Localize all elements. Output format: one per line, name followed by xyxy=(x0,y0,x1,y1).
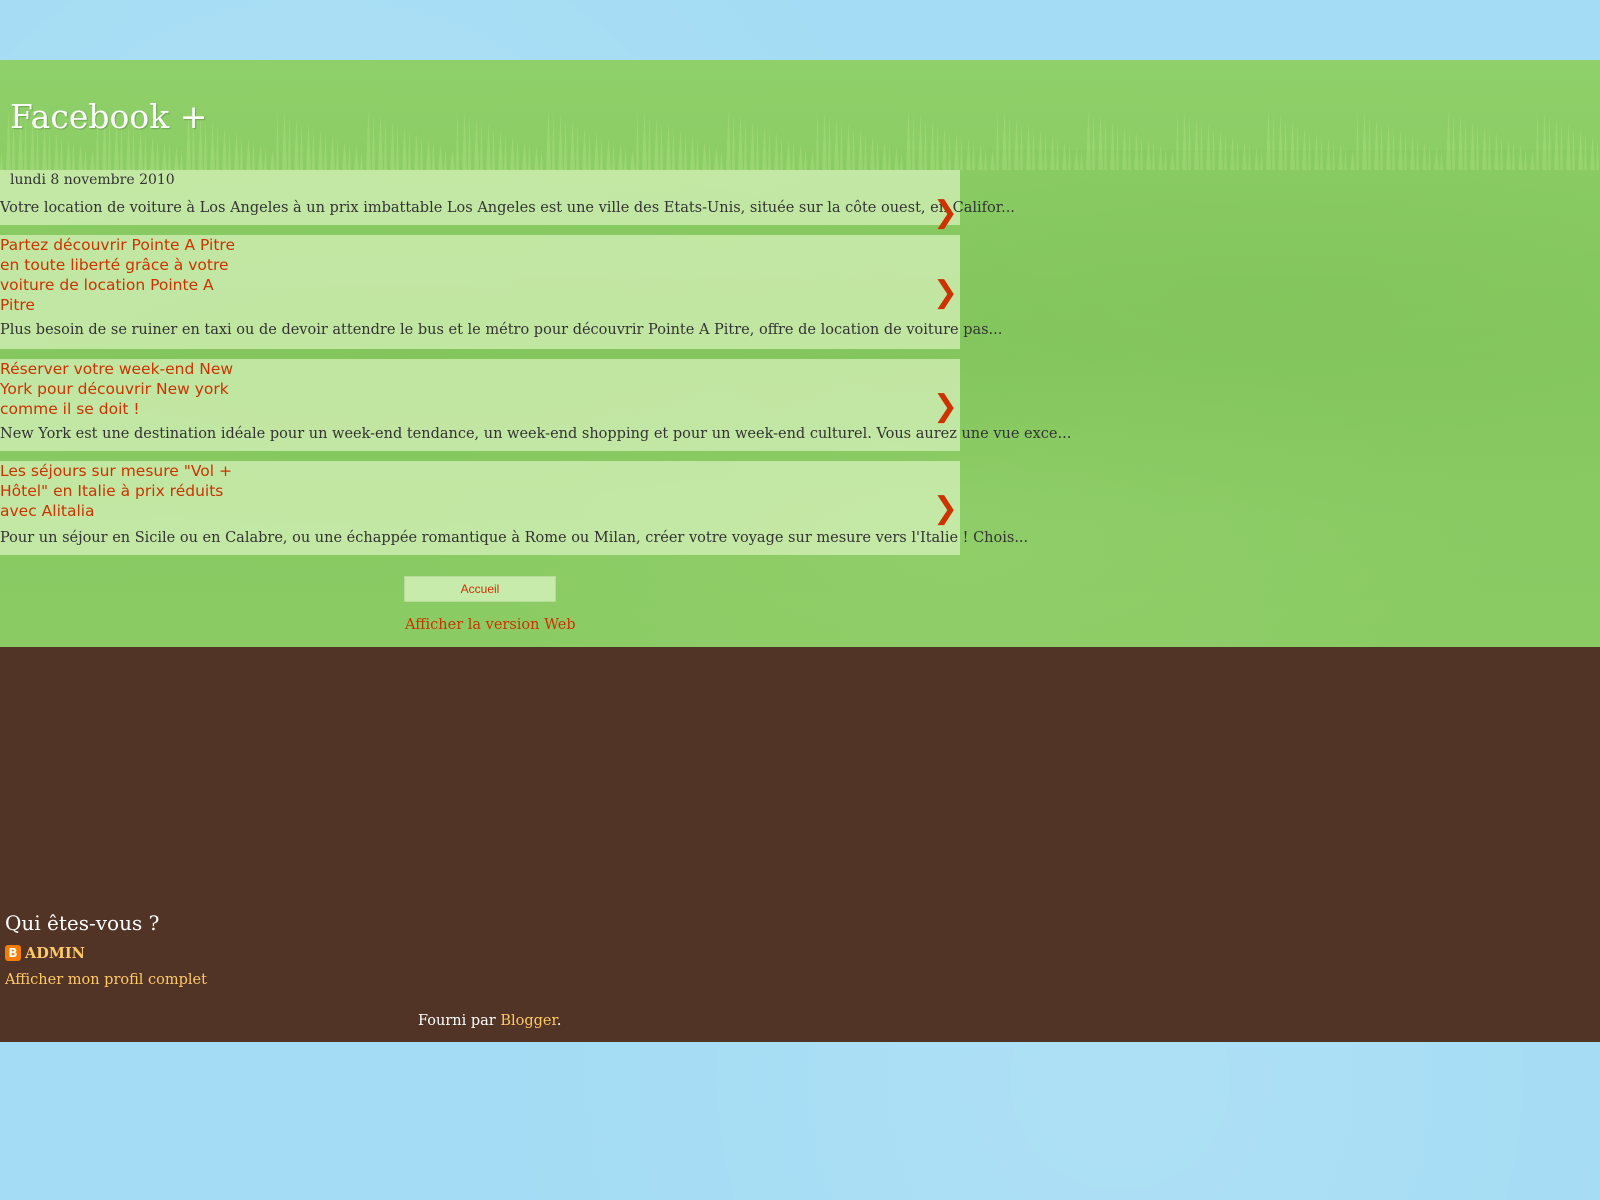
post-date: lundi 8 novembre 2010 xyxy=(10,172,175,188)
chevron-right-icon[interactable]: ❯ xyxy=(933,278,958,308)
powered-prefix: Fourni par xyxy=(418,1013,501,1029)
post-item[interactable]: lundi 8 novembre 2010 Votre location de … xyxy=(0,170,1015,228)
post-item[interactable]: Réserver votre week-end New York pour dé… xyxy=(0,359,1071,451)
blogger-link[interactable]: Blogger xyxy=(500,1013,557,1029)
post-title[interactable]: Les séjours sur mesure "Vol + Hôtel" en … xyxy=(0,461,245,521)
chevron-right-icon[interactable]: ❯ xyxy=(933,198,958,228)
footer-area xyxy=(0,647,1600,1042)
post-title[interactable]: Réserver votre week-end New York pour dé… xyxy=(0,359,245,419)
home-button[interactable]: Accueil xyxy=(404,576,556,602)
chevron-right-icon[interactable]: ❯ xyxy=(933,494,958,524)
author-name-link[interactable]: ADMIN xyxy=(25,945,85,962)
chevron-right-icon[interactable]: ❯ xyxy=(933,392,958,422)
post-snippet: New York est une destination idéale pour… xyxy=(0,426,1072,442)
full-profile-link[interactable]: Afficher mon profil complet xyxy=(5,972,207,988)
post-snippet: Plus besoin de se ruiner en taxi ou de d… xyxy=(0,322,1003,338)
post-item[interactable]: Partez découvrir Pointe A Pitre en toute… xyxy=(0,235,1002,349)
blog-title[interactable]: Facebook + xyxy=(10,97,207,136)
post-snippet: Pour un séjour en Sicile ou en Calabre, … xyxy=(0,530,1029,546)
post-snippet: Votre location de voiture à Los Angeles … xyxy=(0,200,1015,216)
post-title[interactable]: Partez découvrir Pointe A Pitre en toute… xyxy=(0,235,245,315)
powered-by: Fourni par Blogger. xyxy=(418,1013,561,1029)
blogger-icon: B xyxy=(5,945,21,961)
about-title: Qui êtes-vous ? xyxy=(5,911,160,935)
web-version-link[interactable]: Afficher la version Web xyxy=(405,617,576,633)
post-item[interactable]: Les séjours sur mesure "Vol + Hôtel" en … xyxy=(0,461,1028,555)
powered-suffix: . xyxy=(556,1013,562,1029)
